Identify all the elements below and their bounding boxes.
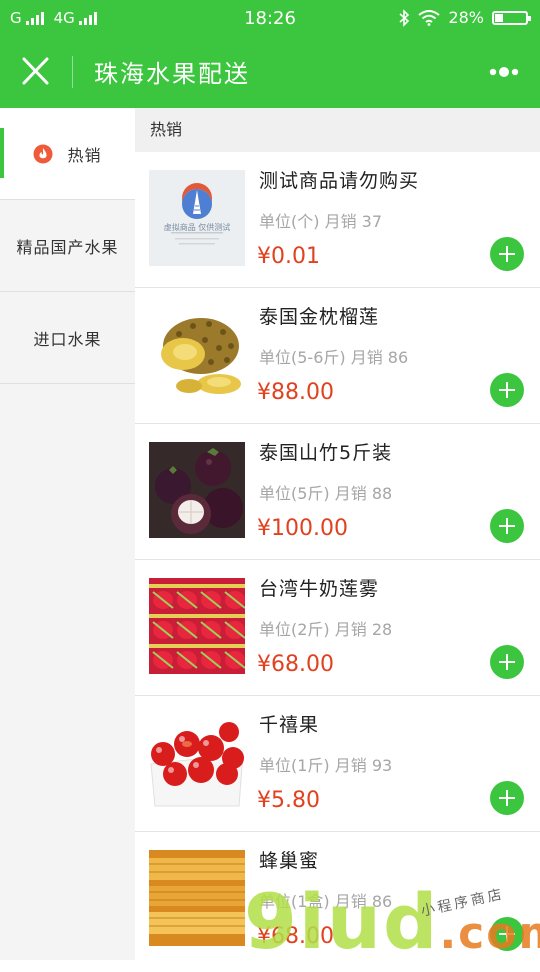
- product-list[interactable]: 热销 虚拟商品 仅供测试 测试商品请勿购买 单位(个) 月销 37 ¥0.01: [135, 108, 540, 960]
- product-price: ¥5.80: [257, 788, 320, 813]
- wax-apple-photo: [149, 578, 245, 674]
- add-to-cart-button[interactable]: [490, 373, 524, 407]
- product-name: 泰国山竹5斤装: [259, 442, 393, 464]
- product-price: ¥88.00: [257, 380, 334, 405]
- more-dots-icon[interactable]: [488, 62, 520, 82]
- product-price: ¥68.00: [257, 652, 334, 677]
- sidebar-item-label: 进口水果: [33, 329, 102, 349]
- placeholder-logo-icon: [171, 183, 223, 245]
- product-item[interactable]: 泰国山竹5斤装 单位(5斤) 月销 88 ¥100.00: [135, 424, 540, 560]
- product-name: 蜂巢蜜: [259, 850, 320, 872]
- product-price: ¥0.01: [257, 244, 320, 269]
- product-name: 泰国金枕榴莲: [259, 306, 380, 328]
- honeycomb-photo: [149, 850, 245, 946]
- product-item[interactable]: 蜂巢蜜 单位(1盒) 月销 86 ¥68.00: [135, 832, 540, 960]
- sidebar-item-label: 热销: [67, 145, 102, 165]
- fire-icon: [33, 144, 53, 163]
- section-title: 热销: [135, 108, 540, 152]
- product-item[interactable]: 千禧果 单位(1斤) 月销 93 ¥5.80: [135, 696, 540, 832]
- page-title: 珠海水果配送: [94, 60, 250, 88]
- wifi-icon: [418, 9, 441, 26]
- product-unit-sales: 单位(5-6斤) 月销 86: [259, 348, 409, 367]
- test-product-thumb: 虚拟商品 仅供测试: [149, 170, 245, 266]
- product-price: ¥100.00: [257, 516, 348, 541]
- category-sidebar: 热销 精品国产水果 进口水果: [0, 108, 135, 960]
- battery-icon: [492, 10, 531, 25]
- status-bar: G 4G 18:26 28%: [0, 0, 540, 36]
- product-item[interactable]: 泰国金枕榴莲 单位(5-6斤) 月销 86 ¥88.00: [135, 288, 540, 424]
- product-price: ¥68.00: [257, 924, 334, 949]
- product-unit-sales: 单位(2斤) 月销 28: [259, 620, 393, 639]
- placeholder-caption: 虚拟商品 仅供测试: [163, 223, 231, 232]
- mangosteen-photo: [149, 442, 245, 538]
- add-to-cart-button[interactable]: [490, 237, 524, 271]
- battery-percent: 28%: [448, 8, 484, 27]
- product-item[interactable]: 虚拟商品 仅供测试 测试商品请勿购买 单位(个) 月销 37 ¥0.01: [135, 152, 540, 288]
- sidebar-item-domestic-fruit[interactable]: 精品国产水果: [0, 200, 135, 292]
- status-bar-right: 28%: [398, 8, 531, 27]
- add-to-cart-button[interactable]: [490, 509, 524, 543]
- product-unit-sales: 单位(1盒) 月销 86: [259, 892, 393, 911]
- product-unit-sales: 单位(个) 月销 37: [259, 212, 383, 231]
- add-to-cart-button[interactable]: [490, 917, 524, 951]
- product-name: 台湾牛奶莲雾: [259, 578, 380, 600]
- add-to-cart-button[interactable]: [490, 781, 524, 815]
- header-divider: [72, 56, 73, 88]
- product-name: 千禧果: [259, 714, 320, 736]
- product-item[interactable]: 台湾牛奶莲雾 单位(2斤) 月销 28 ¥68.00: [135, 560, 540, 696]
- durian-photo: [149, 306, 245, 402]
- sidebar-item-imported-fruit[interactable]: 进口水果: [0, 292, 135, 384]
- product-unit-sales: 单位(5斤) 月销 88: [259, 484, 393, 503]
- header: 珠海水果配送: [0, 36, 540, 108]
- close-icon[interactable]: [20, 54, 52, 88]
- active-indicator: [0, 128, 4, 178]
- bluetooth-icon: [399, 8, 410, 27]
- sidebar-item-label: 精品国产水果: [16, 237, 119, 257]
- product-unit-sales: 单位(1斤) 月销 93: [259, 756, 393, 775]
- cherry-tomato-photo: [149, 714, 245, 810]
- sidebar-item-hot[interactable]: 热销: [0, 108, 135, 200]
- add-to-cart-button[interactable]: [490, 645, 524, 679]
- product-name: 测试商品请勿购买: [259, 170, 420, 192]
